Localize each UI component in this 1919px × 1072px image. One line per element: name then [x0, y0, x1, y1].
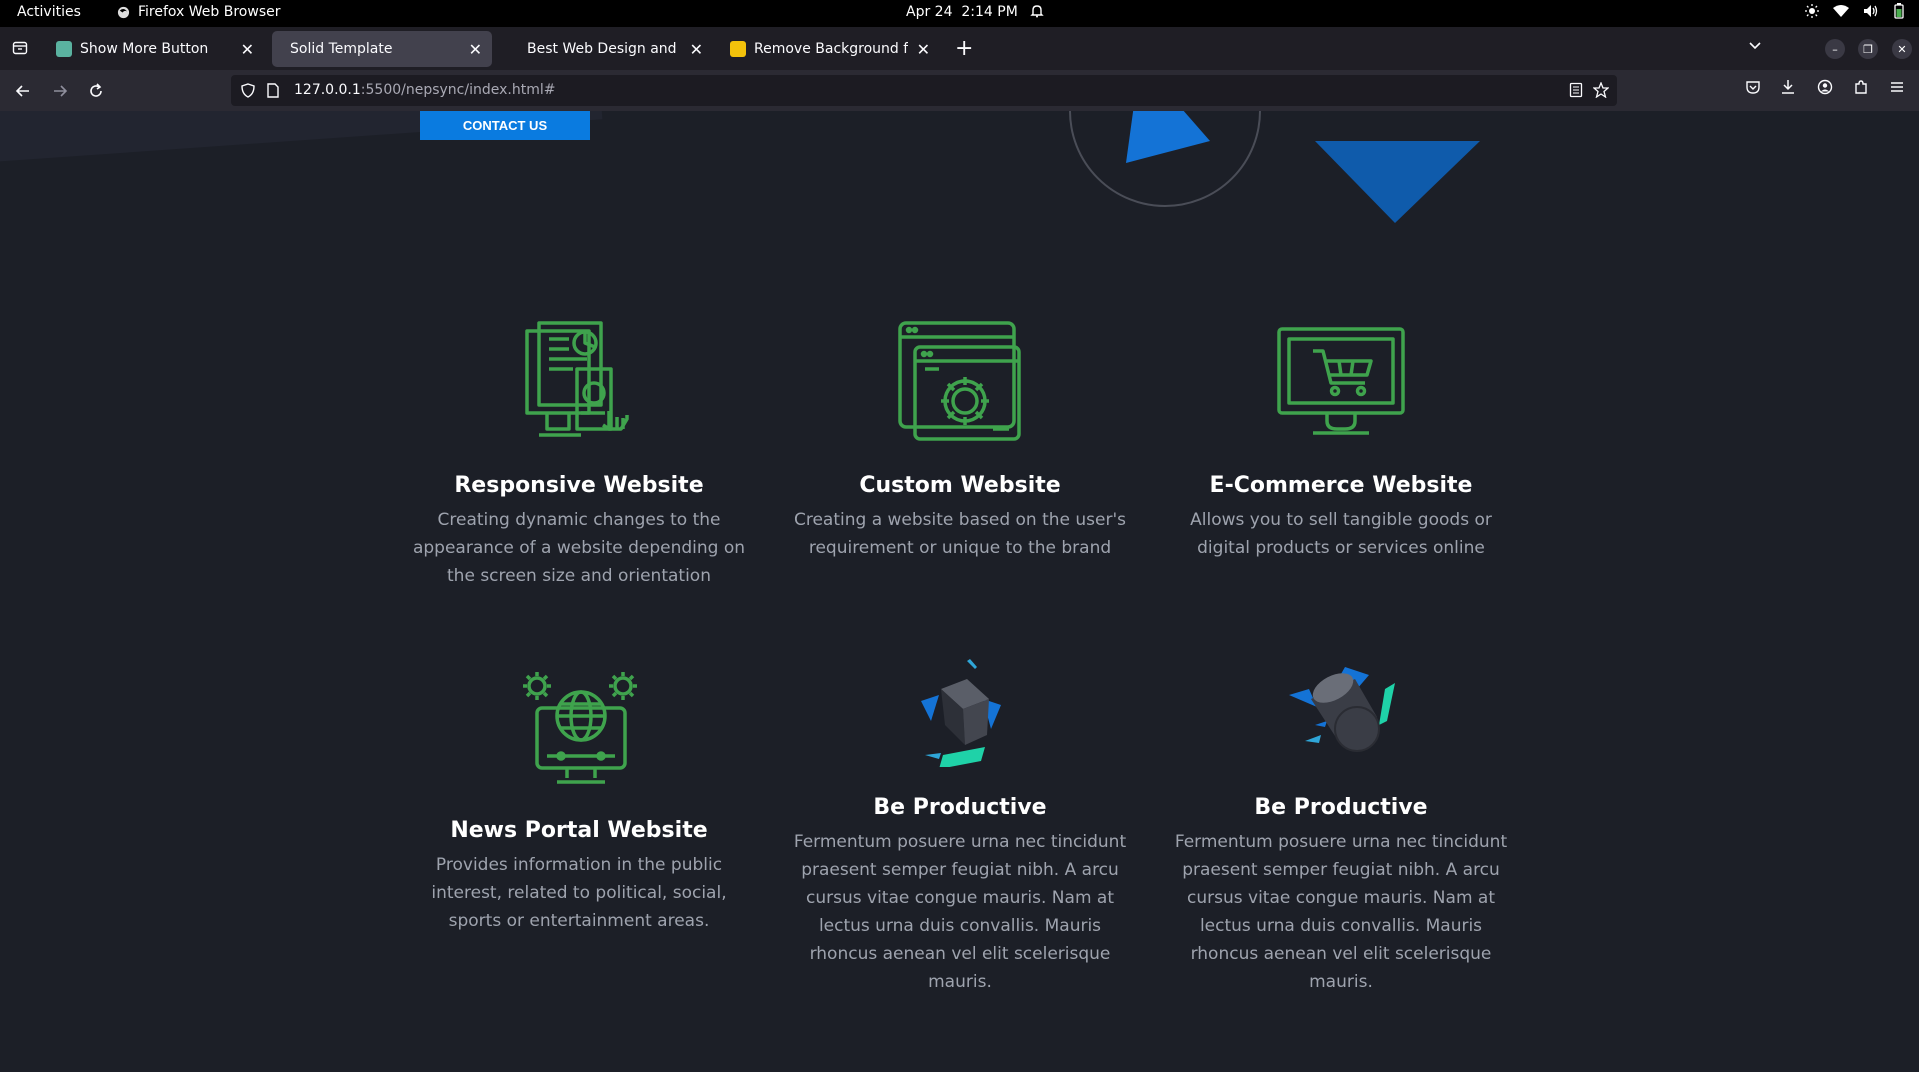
service-title: News Portal Website: [450, 818, 708, 843]
battery-icon: [1894, 3, 1904, 19]
service-description: Fermentum posuere urna nec tincidunt pra…: [1174, 832, 1508, 992]
news-portal-globe-icon: [409, 666, 749, 790]
tab-best-web-design[interactable]: Best Web Design and Re ✕: [517, 31, 713, 67]
close-tab-icon[interactable]: ✕: [241, 40, 254, 59]
firefox-icon: [117, 6, 130, 18]
tab-label: Best Web Design and Re: [527, 41, 681, 57]
tab-solid-template[interactable]: Solid Template ✕: [272, 31, 492, 67]
service-title: Be Productive: [873, 795, 1047, 820]
url-path: :5500/nepsync/index.html#: [360, 82, 556, 98]
custom-website-gear-icon: [790, 321, 1130, 445]
clock[interactable]: Apr 24 2:14 PM: [906, 4, 1018, 20]
wifi-icon: [1833, 5, 1849, 17]
forward-arrow-icon[interactable]: [48, 79, 72, 103]
close-tab-icon[interactable]: ✕: [690, 40, 703, 59]
list-all-tabs-chevron-down-icon[interactable]: [1747, 37, 1763, 53]
service-card-news-portal-website: News Portal Website Provides information…: [409, 666, 749, 935]
system-tray[interactable]: [1805, 3, 1905, 19]
app-menu[interactable]: Firefox Web Browser: [117, 4, 281, 20]
activities-button[interactable]: Activities: [17, 4, 81, 20]
service-description: Provides information in the public inter…: [431, 855, 727, 931]
close-tab-icon[interactable]: ✕: [917, 40, 930, 59]
close-window-icon[interactable]: ✕: [1892, 39, 1912, 59]
service-title: E-Commerce Website: [1209, 473, 1473, 498]
service-card-be-productive-cube: Be Productive Fermentum posuere urna nec…: [790, 659, 1130, 996]
cube-3d-icon: [790, 659, 1130, 767]
tab-label: Show More Button: [80, 41, 209, 57]
service-title: Be Productive: [1254, 795, 1428, 820]
tab-label: Solid Template: [290, 41, 393, 57]
service-description: Creating a website based on the user's r…: [793, 510, 1126, 558]
brightness-icon: [1805, 4, 1819, 18]
web-page: CONTACT US Responsive Website Creating d…: [0, 111, 1919, 1072]
new-tab-plus-icon[interactable]: +: [955, 36, 973, 61]
service-card-responsive-website: Responsive Website Creating dynamic chan…: [409, 321, 749, 590]
page-info-icon[interactable]: [267, 83, 279, 98]
account-icon[interactable]: [1817, 79, 1833, 95]
service-description: Fermentum posuere urna nec tincidunt pra…: [793, 832, 1127, 992]
ecommerce-cart-monitor-icon: [1171, 321, 1511, 445]
pocket-icon[interactable]: [1745, 79, 1761, 95]
url-text[interactable]: 127.0.0.1:5500/nepsync/index.html#: [294, 82, 555, 98]
volume-icon: [1864, 5, 1878, 17]
time-label: 2:14 PM: [961, 4, 1018, 20]
contact-us-button[interactable]: CONTACT US: [420, 111, 590, 140]
reader-view-icon[interactable]: [1569, 82, 1583, 98]
cylinder-3d-icon: [1171, 659, 1511, 767]
date-label: Apr 24: [906, 4, 953, 20]
minimize-window-icon[interactable]: –: [1825, 39, 1845, 59]
service-description: Creating dynamic changes to the appearan…: [412, 510, 746, 586]
address-bar[interactable]: 127.0.0.1:5500/nepsync/index.html#: [231, 75, 1617, 106]
service-card-be-productive-cylinder: Be Productive Fermentum posuere urna nec…: [1171, 659, 1511, 996]
service-title: Custom Website: [859, 473, 1061, 498]
firefox-view-icon[interactable]: [12, 40, 28, 56]
close-tab-icon[interactable]: ✕: [469, 40, 482, 59]
navigation-toolbar: 127.0.0.1:5500/nepsync/index.html#: [0, 70, 1919, 111]
downloads-icon[interactable]: [1780, 79, 1796, 95]
back-arrow-icon[interactable]: [11, 79, 35, 103]
tab-strip: Show More Button ✕ Solid Template ✕ Best…: [0, 27, 1919, 70]
hamburger-menu-icon[interactable]: [1889, 79, 1905, 95]
tab-label: Remove Background fron: [754, 41, 908, 57]
system-top-bar: Activities Firefox Web Browser Apr 24 2:…: [0, 0, 1919, 27]
page-favicon-icon: [56, 41, 72, 57]
bookmark-star-icon[interactable]: [1593, 82, 1609, 98]
responsive-website-icon: [409, 321, 749, 445]
tracking-shield-icon[interactable]: [241, 83, 255, 98]
service-card-custom-website: Custom Website Creating a website based …: [790, 321, 1130, 562]
page-favicon-icon: [730, 41, 746, 57]
extensions-puzzle-icon[interactable]: [1853, 79, 1869, 95]
service-card-ecommerce-website: E-Commerce Website Allows you to sell ta…: [1171, 321, 1511, 562]
restore-window-icon[interactable]: ❐: [1858, 39, 1878, 59]
service-title: Responsive Website: [454, 473, 704, 498]
app-name-label: Firefox Web Browser: [138, 4, 281, 20]
tab-show-more-button[interactable]: Show More Button ✕: [46, 31, 264, 67]
tab-remove-background[interactable]: Remove Background fron ✕: [720, 31, 940, 67]
service-description: Allows you to sell tangible goods or dig…: [1190, 510, 1492, 558]
url-host: 127.0.0.1: [294, 82, 361, 98]
reload-icon[interactable]: [84, 79, 108, 103]
notification-bell-icon[interactable]: [1030, 4, 1044, 22]
hero-decorative-shapes: [1069, 111, 1480, 223]
